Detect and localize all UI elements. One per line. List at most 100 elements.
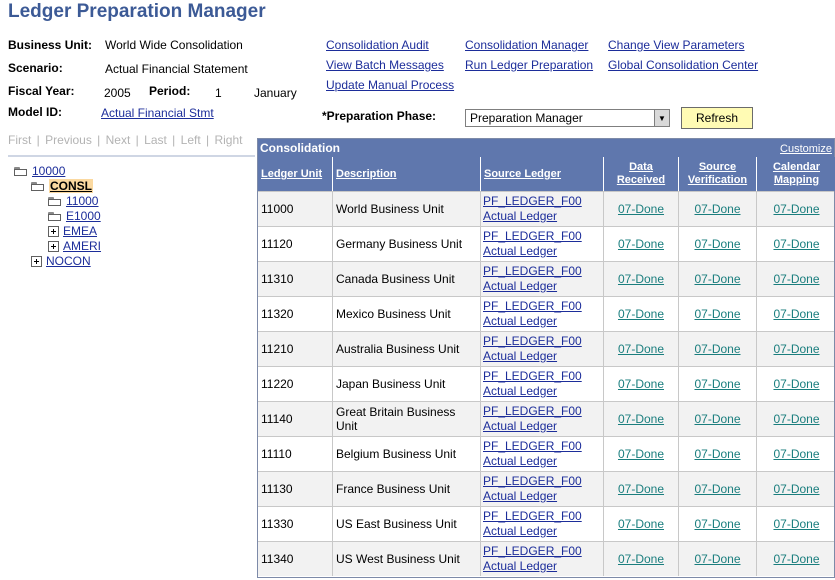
source-ledger-link[interactable]: PF_LEDGER_F00 xyxy=(483,544,582,559)
tree-node-label[interactable]: 11000 xyxy=(66,194,98,208)
calendar-mapping-link[interactable]: 07-Done xyxy=(773,342,819,356)
tree-node-label[interactable]: E1000 xyxy=(66,209,101,223)
source-verification-link[interactable]: 07-Done xyxy=(694,482,740,496)
consolidation-manager-link[interactable]: Consolidation Manager xyxy=(465,38,588,52)
data-received-link[interactable]: 07-Done xyxy=(618,447,664,461)
source-ledger-link[interactable]: PF_LEDGER_F00 xyxy=(483,299,582,314)
source-ledger-type-link[interactable]: Actual Ledger xyxy=(483,559,557,574)
source-verification-link[interactable]: 07-Done xyxy=(694,202,740,216)
data-received-link[interactable]: 07-Done xyxy=(618,377,664,391)
calendar-mapping-link[interactable]: 07-Done xyxy=(773,482,819,496)
source-ledger-link[interactable]: PF_LEDGER_F00 xyxy=(483,509,582,524)
source-verification-link[interactable]: 07-Done xyxy=(694,412,740,426)
cell-calendar-mapping: 07-Done xyxy=(757,332,835,366)
source-verification-link[interactable]: 07-Done xyxy=(694,237,740,251)
tree-node-e1000[interactable]: E1000 xyxy=(48,209,101,223)
data-received-link[interactable]: 07-Done xyxy=(618,202,664,216)
folder-icon[interactable] xyxy=(48,211,62,221)
folder-open-icon[interactable] xyxy=(14,166,28,176)
tree-node-nocon[interactable]: NOCON xyxy=(31,254,91,268)
calendar-mapping-link[interactable]: 07-Done xyxy=(773,202,819,216)
tree-node-label-selected[interactable]: CONSL xyxy=(49,179,93,193)
source-ledger-link[interactable]: PF_LEDGER_F00 xyxy=(483,334,582,349)
period-value: 1 xyxy=(215,86,222,100)
header-calendar-mapping[interactable]: Calendar Mapping xyxy=(757,157,835,191)
header-source-verification[interactable]: Source Verification xyxy=(679,157,757,191)
source-ledger-type-link[interactable]: Actual Ledger xyxy=(483,524,557,539)
source-ledger-link[interactable]: PF_LEDGER_F00 xyxy=(483,369,582,384)
data-received-link[interactable]: 07-Done xyxy=(618,237,664,251)
tree-node-label[interactable]: NOCON xyxy=(46,254,91,268)
source-ledger-type-link[interactable]: Actual Ledger xyxy=(483,454,557,469)
update-manual-process-link[interactable]: Update Manual Process xyxy=(326,78,454,92)
run-ledger-preparation-link[interactable]: Run Ledger Preparation xyxy=(465,58,593,72)
header-data-received[interactable]: Data Received xyxy=(604,157,679,191)
source-ledger-type-link[interactable]: Actual Ledger xyxy=(483,279,557,294)
calendar-mapping-link[interactable]: 07-Done xyxy=(773,307,819,321)
tree-node-10000[interactable]: 10000 xyxy=(14,164,65,178)
folder-icon[interactable] xyxy=(48,196,62,206)
data-received-link[interactable]: 07-Done xyxy=(618,307,664,321)
source-verification-link[interactable]: 07-Done xyxy=(694,272,740,286)
source-verification-link[interactable]: 07-Done xyxy=(694,342,740,356)
plus-box-icon[interactable] xyxy=(48,240,59,252)
model-id-link[interactable]: Actual Financial Stmt xyxy=(101,106,214,120)
source-ledger-type-link[interactable]: Actual Ledger xyxy=(483,209,557,224)
tree-node-consl[interactable]: CONSL xyxy=(31,179,93,193)
data-received-link[interactable]: 07-Done xyxy=(618,552,664,566)
header-ledger-unit[interactable]: Ledger Unit xyxy=(258,157,333,191)
calendar-mapping-link[interactable]: 07-Done xyxy=(773,447,819,461)
data-received-link[interactable]: 07-Done xyxy=(618,482,664,496)
preparation-phase-select[interactable]: Preparation Manager ▼ xyxy=(465,109,670,127)
plus-box-icon[interactable] xyxy=(48,225,59,237)
calendar-mapping-link[interactable]: 07-Done xyxy=(773,237,819,251)
calendar-mapping-link[interactable]: 07-Done xyxy=(773,552,819,566)
preparation-phase-label: *Preparation Phase: xyxy=(322,109,437,123)
data-received-link[interactable]: 07-Done xyxy=(618,272,664,286)
consolidation-audit-link[interactable]: Consolidation Audit xyxy=(326,38,429,52)
global-consolidation-center-link[interactable]: Global Consolidation Center xyxy=(608,58,758,72)
source-ledger-type-link[interactable]: Actual Ledger xyxy=(483,384,557,399)
change-view-parameters-link[interactable]: Change View Parameters xyxy=(608,38,745,52)
calendar-mapping-link[interactable]: 07-Done xyxy=(773,412,819,426)
view-batch-messages-link[interactable]: View Batch Messages xyxy=(326,58,444,72)
tree-node-label[interactable]: AMERI xyxy=(63,239,101,253)
source-ledger-type-link[interactable]: Actual Ledger xyxy=(483,419,557,434)
source-ledger-link[interactable]: PF_LEDGER_F00 xyxy=(483,474,582,489)
tree-node-11000[interactable]: 11000 xyxy=(48,194,98,208)
tree-node-emea[interactable]: EMEA xyxy=(48,224,97,238)
source-verification-link[interactable]: 07-Done xyxy=(694,307,740,321)
header-source-ledger[interactable]: Source Ledger xyxy=(481,157,604,191)
source-verification-link[interactable]: 07-Done xyxy=(694,377,740,391)
source-ledger-link[interactable]: PF_LEDGER_F00 xyxy=(483,439,582,454)
source-ledger-type-link[interactable]: Actual Ledger xyxy=(483,489,557,504)
data-received-link[interactable]: 07-Done xyxy=(618,412,664,426)
folder-open-icon[interactable] xyxy=(31,181,45,191)
plus-box-icon[interactable] xyxy=(31,255,42,267)
source-ledger-type-link[interactable]: Actual Ledger xyxy=(483,349,557,364)
data-received-link[interactable]: 07-Done xyxy=(618,517,664,531)
tree-node-label[interactable]: EMEA xyxy=(63,224,97,238)
tree-node-ameri[interactable]: AMERI xyxy=(48,239,101,253)
refresh-button[interactable]: Refresh xyxy=(681,107,753,129)
header-description[interactable]: Description xyxy=(333,157,481,191)
source-verification-link[interactable]: 07-Done xyxy=(694,447,740,461)
tree-node-label[interactable]: 10000 xyxy=(32,164,65,178)
cell-ledger-unit: 11120 xyxy=(258,227,333,261)
source-verification-link[interactable]: 07-Done xyxy=(694,517,740,531)
source-ledger-link[interactable]: PF_LEDGER_F00 xyxy=(483,404,582,419)
source-ledger-link[interactable]: PF_LEDGER_F00 xyxy=(483,229,582,244)
source-ledger-type-link[interactable]: Actual Ledger xyxy=(483,244,557,259)
source-ledger-link[interactable]: PF_LEDGER_F00 xyxy=(483,264,582,279)
data-received-link[interactable]: 07-Done xyxy=(618,342,664,356)
dropdown-arrow-icon[interactable]: ▼ xyxy=(654,110,669,126)
calendar-mapping-link[interactable]: 07-Done xyxy=(773,272,819,286)
customize-link[interactable]: Customize xyxy=(780,143,832,155)
source-verification-link[interactable]: 07-Done xyxy=(694,552,740,566)
calendar-mapping-link[interactable]: 07-Done xyxy=(773,517,819,531)
source-ledger-type-link[interactable]: Actual Ledger xyxy=(483,314,557,329)
calendar-mapping-link[interactable]: 07-Done xyxy=(773,377,819,391)
page-title: Ledger Preparation Manager xyxy=(8,1,266,22)
source-ledger-link[interactable]: PF_LEDGER_F00 xyxy=(483,194,582,209)
cell-description: Japan Business Unit xyxy=(333,367,481,401)
